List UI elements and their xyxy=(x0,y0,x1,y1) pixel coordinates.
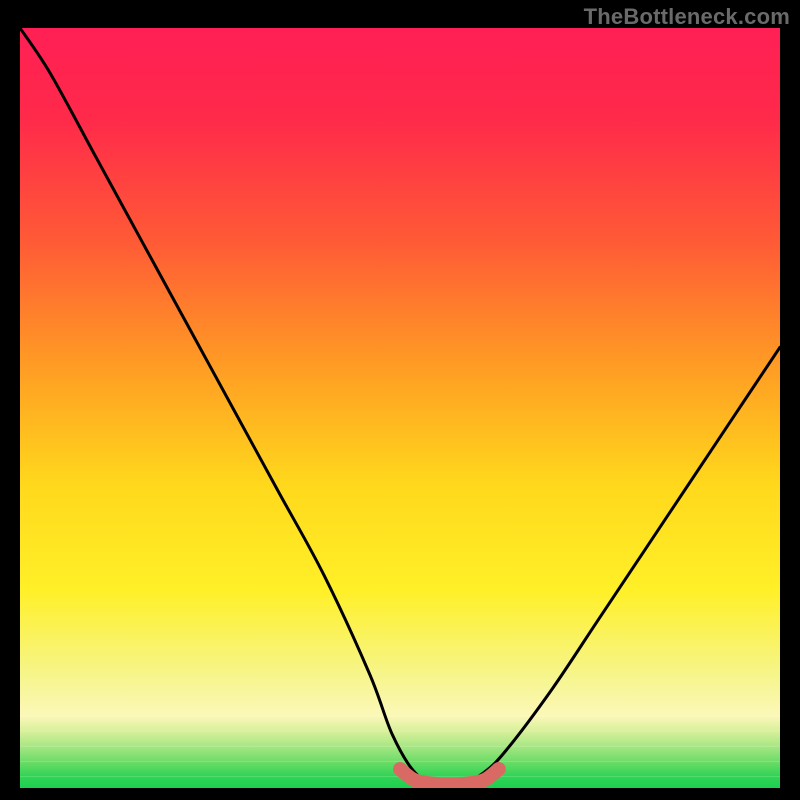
gradient-background xyxy=(20,28,780,788)
bottleneck-chart xyxy=(20,28,780,788)
plot-outer xyxy=(20,28,780,788)
watermark-text: TheBottleneck.com xyxy=(584,4,790,30)
chart-frame: TheBottleneck.com xyxy=(0,0,800,800)
